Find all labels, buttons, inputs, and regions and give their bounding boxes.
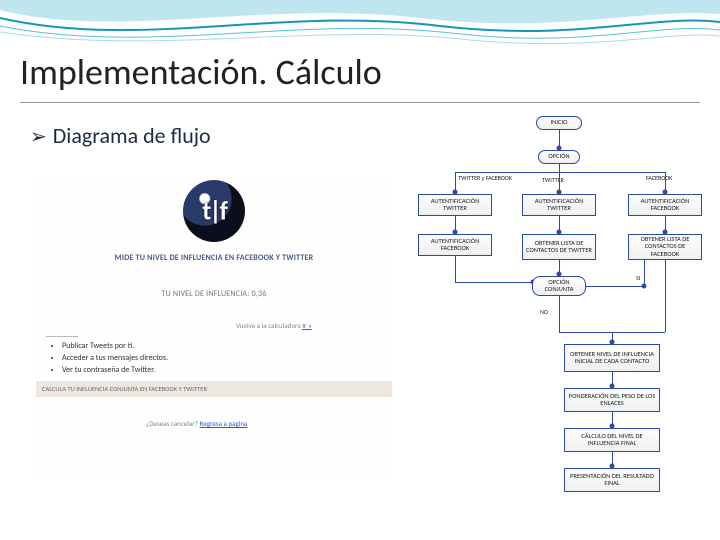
- branch-label-right: FACEBOOK: [646, 174, 672, 182]
- edge: [559, 296, 560, 316]
- branch-label-mid: TWITTER: [542, 176, 564, 184]
- list-item: Ver tu contraseña de Twitter.: [62, 365, 392, 375]
- back-link-prefix: Vuelve a la calculadora: [236, 321, 301, 330]
- back-link-line: Vuelve a la calculadora Ir »: [236, 321, 392, 330]
- node-auth-fb-right: AUTENTIFICACIÓN FACEBOOK: [628, 194, 702, 216]
- edge: [644, 260, 645, 286]
- title-underline: [20, 102, 700, 103]
- edge: [559, 316, 560, 332]
- label-si: SI: [636, 274, 640, 282]
- node-nivel-inicial: OBTENER NIVEL DE INFLUENCIA INICIAL DE C…: [564, 344, 660, 372]
- footer-line: ¿Deseas cancelar? Regresa a pagina: [146, 419, 392, 428]
- list-item: Acceder a tus mensajes directos.: [62, 353, 392, 363]
- node-inicio: INICIO: [536, 116, 582, 130]
- back-link[interactable]: Ir »: [302, 321, 311, 330]
- list-item: Publicar Tweets por ti.: [62, 341, 392, 351]
- edge: [586, 286, 644, 287]
- edge: [455, 282, 533, 283]
- branch-label-left: TWITTER y FACEBOOK: [440, 174, 512, 182]
- node-auth-tw-left: AUTENTIFICACIÓN TWITTER: [418, 194, 492, 216]
- node-auth-fb-left: AUTENTIFICACIÓN FACEBOOK: [418, 234, 492, 256]
- edge: [665, 260, 666, 332]
- divider: [46, 336, 78, 337]
- label-no: NO: [540, 308, 548, 316]
- edge: [559, 164, 560, 172]
- node-opcion: OPCIÓN: [538, 150, 580, 164]
- node-presentacion: PRESENTACIÓN DEL RESULTADO FINAL: [564, 468, 660, 492]
- footer-link[interactable]: Regresa a pagina: [200, 419, 248, 428]
- connector-dot-icon: [642, 284, 647, 289]
- node-auth-tw-mid: AUTENTIFICACIÓN TWITTER: [522, 194, 596, 216]
- bullet-arrow-icon: ➢: [30, 125, 47, 149]
- node-contacts-fb: OBTENER LISTA DE CONTACTOS DE FACEBOOK: [628, 234, 702, 260]
- node-contacts-tw: OBTENER LISTA DE CONTACTOS DE TWITTER: [522, 234, 596, 260]
- edge: [455, 172, 665, 173]
- node-ponderacion: PONDERACIÓN DEL PESO DE LOS ENLACES: [564, 388, 660, 412]
- app-tagline: MIDE TU NIVEL DE INFLUENCIA EN FACEBOOK …: [36, 253, 392, 263]
- footer-prefix: ¿Deseas cancelar?: [146, 419, 198, 428]
- node-calculo: CÁLCULO DEL NIVEL DE INFLUENCIA FINAL: [564, 428, 660, 452]
- permissions-list: Publicar Tweets por ti. Acceder a tus me…: [62, 341, 392, 375]
- bullet-item: ➢Diagrama de flujo: [30, 122, 211, 149]
- edge: [455, 256, 456, 282]
- bullet-text: Diagrama de flujo: [53, 122, 211, 149]
- cta-bar: CALCULA TU INFLUENCIA CONJUNTA EN FACEBO…: [36, 381, 392, 397]
- flowchart: INICIO OPCIÓN TWITTER y FACEBOOK TWITTER…: [400, 116, 710, 516]
- slide-title: Implementación. Cálculo: [20, 50, 382, 94]
- influence-level: TU NIVEL DE INFLUENCIA: 0,36: [36, 289, 392, 299]
- node-opcion-conjunta: OPCIÓN CONJUNTA: [532, 276, 586, 296]
- app-screenshot: MIDE TU NIVEL DE INFLUENCIA EN FACEBOOK …: [36, 176, 392, 476]
- tf-logo-icon: [183, 180, 245, 242]
- logo-wrap: [36, 180, 392, 245]
